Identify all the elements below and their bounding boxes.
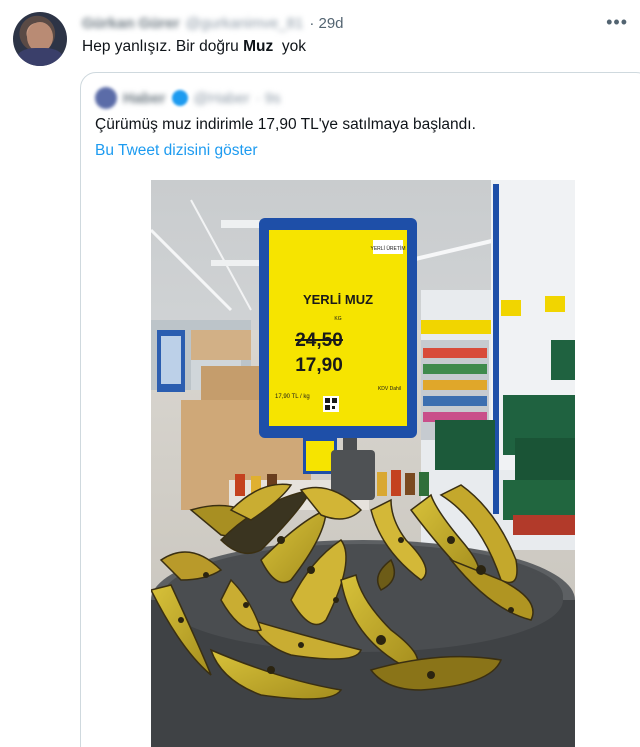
kdv-note: KDV Dahil <box>378 386 401 392</box>
tweet-text: Hep yanlışız. Bir doğru Muz yok <box>82 38 306 56</box>
verified-icon <box>171 90 188 106</box>
tweet-time[interactable]: · 29d <box>309 15 343 32</box>
new-price: 17,90 <box>295 355 343 376</box>
quote-avatar[interactable] <box>95 87 117 109</box>
sign-brand: YERLİ ÜRETİM <box>370 245 405 252</box>
quote-author-handle[interactable]: @Haber <box>194 90 250 107</box>
avatar-shirt <box>17 48 63 66</box>
sign-unit: KG <box>334 316 341 322</box>
quote-text: Çürümüş muz indirimle 17,90 TL'ye satılm… <box>95 116 476 133</box>
photo-scene: YERLİ ÜRETİM YERLİ MUZ KG 24,50 17,90 17… <box>151 180 575 747</box>
show-thread-link[interactable]: Bu Tweet dizisini göster <box>95 142 258 160</box>
author-name[interactable]: Gürkan Gürer <box>82 15 180 32</box>
tweet[interactable]: Gürkan Gürer @gurkanimve_81 · 29d ••• He… <box>0 0 640 747</box>
unit-price: 17,90 TL / kg <box>275 394 310 400</box>
quoted-tweet[interactable]: Haber @Haber · 9s Çürümüş muz indirimle … <box>80 72 640 747</box>
more-icon[interactable]: ••• <box>606 12 628 33</box>
tweet-text-part: Hep yanlışız. Bir doğru <box>82 38 244 55</box>
avatar[interactable] <box>13 12 67 66</box>
quote-time[interactable]: · 9s <box>256 90 281 107</box>
tweet-text-part: yok <box>273 38 306 55</box>
sign-product: YERLİ MUZ <box>303 292 373 307</box>
quote-header: Haber @Haber · 9s <box>95 87 281 109</box>
quote-author-name[interactable]: Haber <box>123 90 166 107</box>
tweet-photo[interactable]: YERLİ ÜRETİM YERLİ MUZ KG 24,50 17,90 17… <box>151 180 575 747</box>
tweet-text-bold: Muz <box>243 38 274 55</box>
tweet-header: Gürkan Gürer @gurkanimve_81 · 29d <box>82 13 344 33</box>
price-sign: YERLİ ÜRETİM YERLİ MUZ KG 24,50 17,90 17… <box>259 218 417 438</box>
author-handle[interactable]: @gurkanimve_81 <box>186 15 304 32</box>
